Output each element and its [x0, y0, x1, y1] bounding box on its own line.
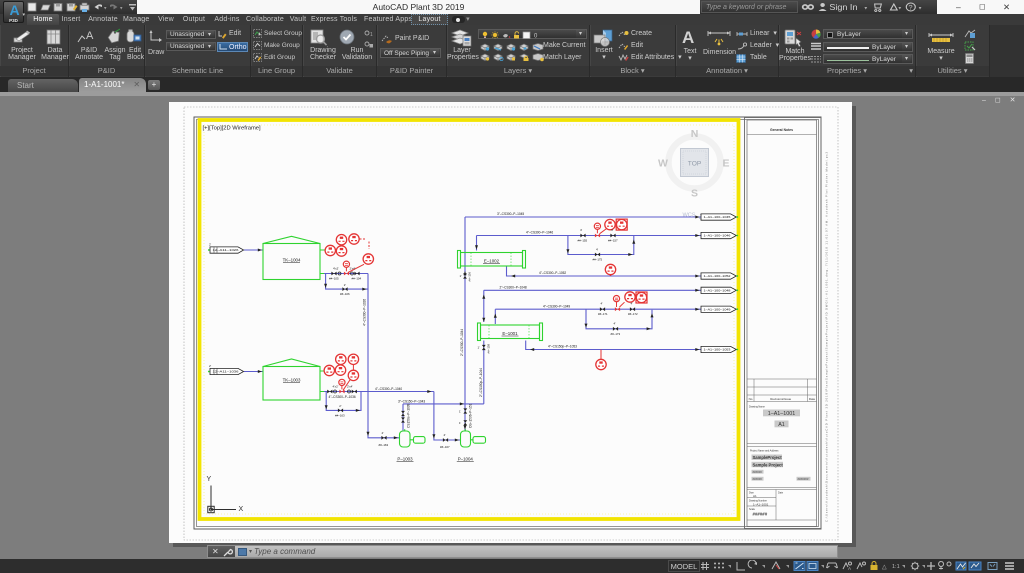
svg-text:2"–CS300–P–1044: 2"–CS300–P–1044	[460, 329, 464, 356]
svg-text:1: 1	[370, 32, 373, 38]
svg-text:▾: ▾	[104, 6, 107, 12]
svg-text:1–A1–100–1052: 1–A1–100–1052	[704, 274, 732, 278]
svg-text:E–1001: E–1001	[502, 331, 518, 336]
svg-text:4"–CS300–P–1052: 4"–CS300–P–1052	[539, 271, 566, 275]
svg-text:Revisions/Issue: Revisions/Issue	[770, 397, 791, 401]
svg-text:4'x2': 4'x2'	[333, 384, 339, 388]
svg-text:▾: ▾	[120, 6, 123, 12]
svg-text:Drawing Name: Drawing Name	[749, 406, 765, 409]
svg-text:1–A1–1001: 1–A1–1001	[753, 502, 769, 506]
svg-text:A: A	[9, 2, 19, 18]
svg-text:1–A1–100–1045: 1–A1–100–1045	[704, 215, 732, 219]
svg-text:A1: A1	[753, 494, 757, 498]
svg-text:A: A	[86, 30, 94, 42]
svg-text:##–157: ##–157	[608, 238, 618, 242]
svg-text:P–1003: P–1003	[397, 457, 413, 462]
svg-text:?: ?	[909, 5, 913, 12]
svg-text:▾: ▾	[864, 6, 867, 12]
svg-text:A1: A1	[778, 422, 785, 428]
svg-text:12–A11–1036: 12–A11–1036	[213, 370, 240, 374]
svg-text:4"–CS300–P–1049: 4"–CS300–P–1049	[543, 304, 570, 308]
svg-text:CS150e–P–1038: CS150e–P–1038	[407, 403, 411, 428]
svg-text:Date: Date	[778, 491, 784, 494]
svg-text:##–155: ##–155	[578, 238, 588, 242]
svg-text:4'x2': 4'x2'	[333, 267, 339, 271]
svg-text:General Notes: General Notes	[770, 128, 793, 132]
svg-text:##–156: ##–156	[467, 271, 471, 281]
svg-text:△: △	[882, 565, 887, 571]
svg-text:##–105: ##–105	[329, 276, 339, 280]
svg-text:######: ######	[753, 470, 763, 474]
svg-text:Sample Project: Sample Project	[753, 462, 784, 467]
svg-text:SampleProject: SampleProject	[753, 455, 783, 460]
svg-text:▾: ▾	[919, 6, 922, 12]
svg-text:E: E	[722, 158, 729, 170]
svg-text:##–172: ##–172	[628, 312, 638, 316]
svg-text:3"–CS150–P–1043: 3"–CS150–P–1043	[398, 399, 425, 403]
svg-text:2"–CS150p–P–1044: 2"–CS150p–P–1044	[479, 368, 483, 397]
svg-text:2'x4': 2'x4'	[350, 267, 356, 271]
svg-text:WCS: WCS	[682, 213, 695, 219]
svg-text:1–A1–100–1046: 1–A1–100–1046	[704, 234, 732, 238]
svg-text:0: 0	[534, 34, 538, 40]
svg-text:12–A11–1026: 12–A11–1026	[213, 248, 240, 252]
svg-text:4"–CS150p–P–1053: 4"–CS150p–P–1053	[548, 345, 577, 349]
svg-text:N: N	[691, 128, 699, 140]
svg-text:▾: ▾	[23, 12, 26, 18]
svg-text:##–163: ##–163	[379, 443, 389, 447]
svg-text:No: No	[749, 397, 753, 401]
svg-text:2"–CS300–P–1048: 2"–CS300–P–1048	[500, 286, 527, 290]
svg-text:C:\Users\Autodesk\Documents\Au: C:\Users\Autodesk\Documents\Autodesk\Aut…	[825, 151, 829, 522]
svg-text:1–A1–1001: 1–A1–1001	[768, 411, 796, 417]
svg-text:######: ######	[753, 477, 763, 481]
svg-text:A: A	[848, 566, 851, 571]
svg-text:S: S	[691, 188, 698, 200]
svg-text:Project Name and Address: Project Name and Address	[750, 450, 779, 453]
svg-text:X: X	[239, 506, 244, 513]
svg-text:4"–CS300–P–1040: 4"–CS300–P–1040	[375, 387, 402, 391]
svg-text:OS–1536–P–151: OS–1536–P–151	[469, 403, 473, 428]
svg-text:3"–CS300–P–1045: 3"–CS300–P–1045	[497, 212, 524, 216]
svg-text:##–163: ##–163	[335, 413, 345, 417]
svg-text:1–A1–100–1049: 1–A1–100–1049	[704, 307, 732, 311]
svg-text:E–1002: E–1002	[484, 258, 500, 263]
svg-text:##–106: ##–106	[340, 292, 350, 296]
svg-text:P3D: P3D	[9, 18, 19, 23]
svg-text:4"–CS300–P–1036: 4"–CS300–P–1036	[329, 395, 356, 399]
svg-text:Y: Y	[207, 476, 212, 483]
svg-text:4"–CS300–P–1026: 4"–CS300–P–1026	[363, 299, 367, 326]
svg-text:##–171: ##–171	[598, 312, 608, 316]
svg-text:▾: ▾	[898, 6, 901, 12]
svg-text:2'x4': 2'x4'	[347, 384, 353, 388]
svg-text:TK–1003: TK–1003	[283, 378, 301, 383]
svg-text:TOP: TOP	[688, 161, 702, 168]
svg-text:1:1: 1:1	[892, 564, 900, 570]
svg-text:#######: #######	[798, 477, 809, 481]
svg-text:Date: Date	[809, 397, 816, 401]
svg-text:##–167: ##–167	[440, 445, 450, 449]
svg-text:##–104: ##–104	[352, 276, 362, 280]
svg-text:##–175: ##–175	[593, 258, 603, 262]
svg-text:4"–CS300–P–1046: 4"–CS300–P–1046	[526, 231, 553, 235]
svg-text:P–1004: P–1004	[458, 457, 474, 462]
svg-text:W: W	[658, 158, 668, 170]
svg-text:1–A1–100–1053: 1–A1–100–1053	[704, 348, 732, 352]
svg-text:######: ######	[753, 512, 768, 517]
svg-text:##–158: ##–158	[486, 343, 490, 353]
svg-text:TK–1004: TK–1004	[283, 258, 301, 263]
svg-text:[+][Top][2D Wireframe]: [+][Top][2D Wireframe]	[203, 126, 262, 132]
svg-text:Sign In: Sign In	[829, 3, 857, 12]
svg-text:##–173: ##–173	[611, 332, 621, 336]
svg-text:1–A1–100–1048: 1–A1–100–1048	[704, 289, 732, 293]
